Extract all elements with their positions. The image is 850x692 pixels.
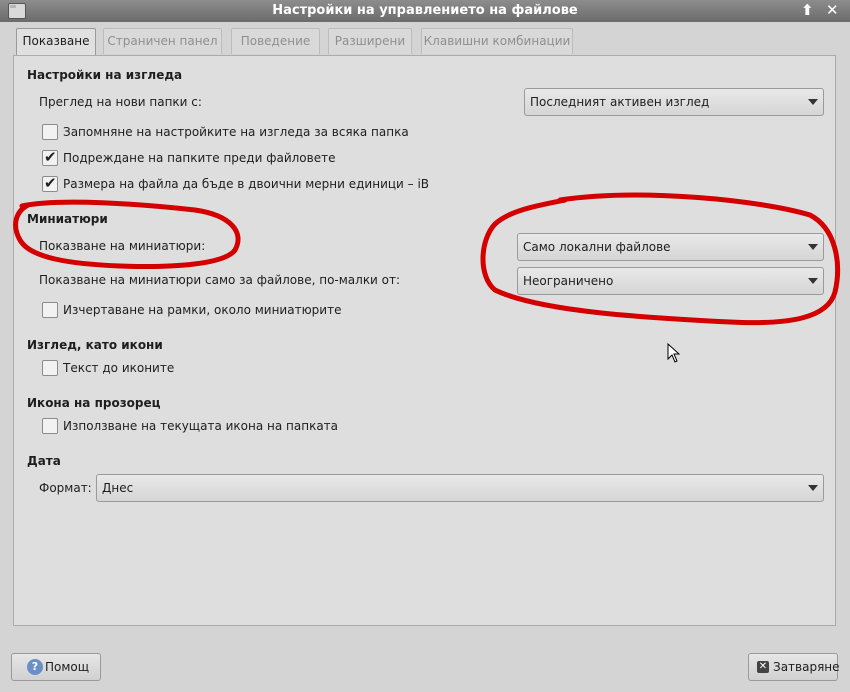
tab-side-pane[interactable]: Страничен панел <box>103 28 222 54</box>
text-beside-icons-label: Текст до иконите <box>63 361 175 375</box>
use-folder-icon-checkbox[interactable] <box>42 418 58 434</box>
tab-behavior[interactable]: Поведение <box>231 28 320 54</box>
help-button-label: Помощ <box>45 660 90 674</box>
show-thumbnails-label: Показване на миниатюри: <box>39 239 206 253</box>
binary-units-checkbox[interactable]: ✔ <box>42 174 58 192</box>
title-bar: Настройки на управлението на файлове ⬆ ✕ <box>0 0 850 22</box>
date-format-combo[interactable]: Днес <box>96 474 824 502</box>
close-button[interactable]: ✕ Затваряне <box>748 653 840 681</box>
show-thumbnails-combo[interactable]: Само локални файлове <box>517 233 824 261</box>
date-format-label: Формат: <box>39 481 92 495</box>
close-window-button[interactable]: ✕ <box>826 1 839 19</box>
date-format-value: Днес <box>102 481 134 495</box>
new-folders-label: Преглед на нови папки с: <box>39 95 202 109</box>
folders-first-label: Подреждане на папките преди файловете <box>63 151 336 165</box>
close-icon: ✕ <box>757 661 769 673</box>
view-settings-heading: Настройки на изгледа <box>27 68 183 82</box>
close-button-label: Затваряне <box>773 660 840 674</box>
thumbnail-frames-checkbox[interactable] <box>42 302 58 318</box>
mouse-pointer-icon <box>667 343 681 363</box>
new-folders-view-value: Последният активен изглед <box>530 95 710 109</box>
help-icon: ? <box>27 659 43 675</box>
checkmark-icon: ✔ <box>44 148 57 166</box>
chevron-down-icon <box>808 99 818 105</box>
tab-display[interactable]: Показване <box>16 28 96 55</box>
remember-settings-checkbox[interactable] <box>42 124 58 140</box>
display-tab-panel: Настройки на изгледа Преглед на нови пап… <box>13 55 836 626</box>
thumbnail-frames-label: Изчертаване на рамки, около миниатюрите <box>63 303 342 317</box>
show-thumbnails-value: Само локални файлове <box>523 240 671 254</box>
text-beside-icons-checkbox[interactable] <box>42 360 58 376</box>
checkmark-icon: ✔ <box>44 174 57 192</box>
window-title: Настройки на управлението на файлове <box>272 3 578 18</box>
remember-settings-label: Запомняне на настройките на изгледа за в… <box>63 125 409 139</box>
minimize-button[interactable]: ⬆ <box>801 1 814 19</box>
thumbnail-size-limit-value: Неограничено <box>523 274 614 288</box>
help-button[interactable]: ? Помощ <box>11 653 101 681</box>
chevron-down-icon <box>808 485 818 491</box>
thumbnail-size-limit-label: Показване на миниатюри само за файлове, … <box>39 273 401 287</box>
folders-first-checkbox[interactable]: ✔ <box>42 148 58 166</box>
chevron-down-icon <box>808 278 818 284</box>
thumbnail-size-limit-combo[interactable]: Неограничено <box>517 267 824 295</box>
binary-units-label: Размера на файла да бъде в двоични мерни… <box>63 177 430 191</box>
date-heading: Дата <box>27 454 61 468</box>
new-folders-view-combo[interactable]: Последният активен изглед <box>524 88 824 116</box>
chevron-down-icon <box>808 244 818 250</box>
thumbnails-heading: Миниатюри <box>27 212 108 226</box>
icon-view-heading: Изглед, като икони <box>27 338 163 352</box>
tab-shortcuts[interactable]: Клавишни комбинации <box>421 28 573 54</box>
window-icon-heading: Икона на прозорец <box>27 396 161 410</box>
tab-advanced[interactable]: Разширени <box>328 28 412 54</box>
use-folder-icon-label: Използване на текущата икона на папката <box>63 419 339 433</box>
